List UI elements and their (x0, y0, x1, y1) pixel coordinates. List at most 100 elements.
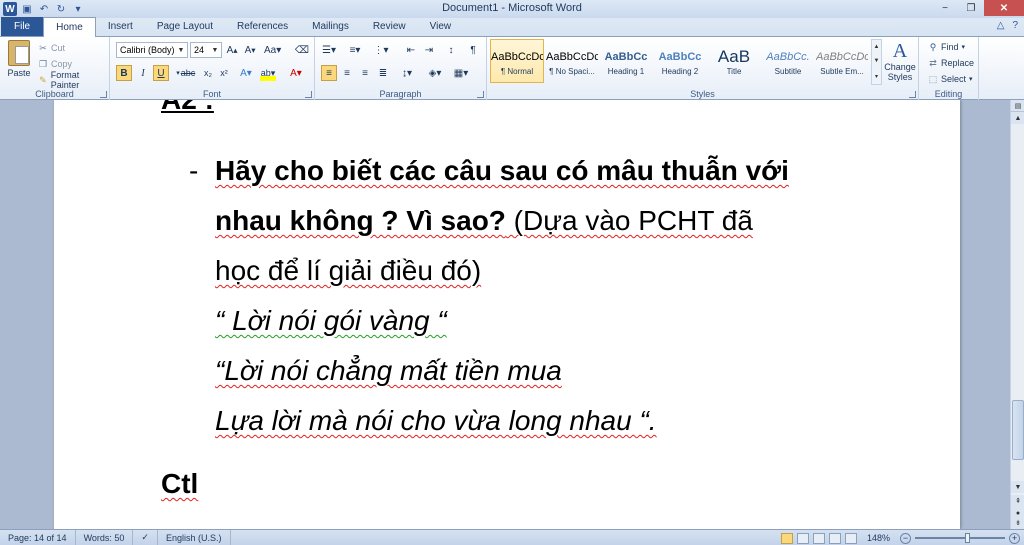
replace-label: Replace (941, 58, 975, 68)
text-line-4-text: “ Lời nói gói vàng “ (215, 305, 447, 336)
tab-references[interactable]: References (225, 17, 300, 36)
style-normal[interactable]: AaBbCcDc ¶ Normal (490, 39, 544, 83)
scissors-icon: ✂ (39, 42, 47, 53)
format-painter-button[interactable]: ✎ Format Painter (38, 70, 109, 90)
style-heading-2[interactable]: AaBbCc Heading 2 (654, 39, 706, 83)
scroll-up-icon[interactable]: ▲ (1011, 112, 1024, 124)
zoom-slider-thumb[interactable] (965, 533, 970, 543)
style-name: ¶ Normal (500, 66, 534, 76)
bold-button[interactable]: B (116, 65, 132, 81)
clear-formatting-icon[interactable]: ⌫ (294, 42, 310, 58)
strikethrough-button[interactable]: abc (180, 65, 196, 81)
style-sample: AaBbCcDc (816, 50, 868, 63)
print-layout-view-icon[interactable] (780, 532, 793, 544)
copy-label: Copy (51, 59, 73, 69)
minimize-button[interactable]: − (932, 0, 958, 16)
replace-button[interactable]: ⇄ Replace (928, 55, 974, 71)
next-page-icon[interactable]: ⇟ (1011, 517, 1024, 529)
zoom-in-icon[interactable]: + (1009, 532, 1020, 544)
ribbon-tabs: File Home Insert Page Layout References … (0, 17, 1024, 37)
line-spacing-icon[interactable]: ↨▾ (399, 65, 415, 81)
borders-icon[interactable]: ▦▾ (453, 65, 469, 81)
brush-icon: ✎ (39, 74, 47, 85)
full-screen-view-icon[interactable] (796, 532, 809, 544)
undo-icon[interactable]: ↶ (37, 2, 51, 16)
web-layout-view-icon[interactable] (812, 532, 825, 544)
chevron-down-icon[interactable]: ▼ (874, 58, 880, 64)
restore-button[interactable]: ❐ (958, 0, 984, 16)
change-case-icon[interactable]: Aa▾ (264, 42, 281, 58)
change-styles-button[interactable]: A Change Styles (884, 40, 916, 82)
decrease-indent-icon[interactable]: ⇤ (403, 42, 419, 58)
italic-button[interactable]: I (135, 65, 151, 81)
align-left-icon[interactable]: ≡ (321, 65, 337, 81)
styles-launcher-icon[interactable] (909, 91, 916, 98)
justify-icon[interactable]: ≣ (375, 65, 391, 81)
clipboard-launcher-icon[interactable] (100, 91, 107, 98)
tab-review[interactable]: Review (361, 17, 418, 36)
style-subtitle[interactable]: AaBbCc. Subtitle (762, 39, 814, 83)
scroll-down-icon[interactable]: ▼ (1011, 481, 1024, 493)
find-button[interactable]: ⚲ Find ▾ (928, 39, 965, 55)
font-name-combo[interactable]: Calibri (Body) ▼ (116, 42, 188, 58)
word-logo-icon[interactable]: W (3, 2, 17, 16)
proofing-icon[interactable]: ✓ (133, 529, 158, 545)
superscript-button[interactable]: x² (216, 65, 232, 81)
increase-indent-icon[interactable]: ⇥ (421, 42, 437, 58)
paste-button[interactable]: Paste (6, 40, 32, 78)
outline-view-icon[interactable] (828, 532, 841, 544)
vertical-scrollbar[interactable]: ▤ ▲ ▼ ⇞ ● ⇟ (1010, 100, 1024, 529)
subscript-button[interactable]: x₂ (200, 65, 216, 81)
draft-view-icon[interactable] (844, 532, 857, 544)
text-line-5: “Lời nói chẳng mất tiền mua (215, 355, 562, 387)
shrink-font-icon[interactable]: A ▾ (242, 42, 258, 58)
zoom-level[interactable]: 148% (867, 533, 890, 543)
numbering-icon[interactable]: ≡▾ (347, 42, 363, 58)
language-indicator[interactable]: English (U.S.) (158, 529, 231, 545)
select-button[interactable]: ⬚ Select ▾ (928, 71, 973, 87)
grow-font-icon[interactable]: A ▴ (224, 42, 240, 58)
font-color-icon[interactable]: A▾ (288, 65, 304, 81)
style-heading-1[interactable]: AaBbCc Heading 1 (600, 39, 652, 83)
cut-button[interactable]: ✂ Cut (38, 40, 109, 56)
zoom-out-icon[interactable]: − (900, 532, 911, 544)
tab-page-layout[interactable]: Page Layout (145, 17, 225, 36)
tab-insert[interactable]: Insert (96, 17, 145, 36)
highlight-icon[interactable]: ab▾ (260, 65, 276, 81)
align-center-icon[interactable]: ≡ (339, 65, 355, 81)
more-styles-icon[interactable]: ▾ (875, 73, 878, 80)
underline-button[interactable]: U (153, 65, 169, 81)
page-count[interactable]: Page: 14 of 14 (0, 529, 76, 545)
previous-page-icon[interactable]: ⇞ (1011, 495, 1024, 507)
word-count[interactable]: Words: 50 (76, 529, 134, 545)
style-no-spacing[interactable]: AaBbCcDc ¶ No Spaci... (546, 39, 598, 83)
customize-qat-icon[interactable]: ▾ (71, 2, 85, 16)
minimize-ribbon-icon[interactable]: △ (997, 20, 1005, 31)
help-icon[interactable]: ? (1012, 20, 1018, 31)
sort-icon[interactable]: ↕ (443, 42, 459, 58)
tab-mailings[interactable]: Mailings (300, 17, 361, 36)
bullets-icon[interactable]: ☰▾ (321, 42, 337, 58)
tab-home[interactable]: Home (43, 17, 96, 37)
tab-view[interactable]: View (418, 17, 464, 36)
style-subtle-emphasis[interactable]: AaBbCcDc Subtle Em... (816, 39, 868, 83)
align-right-icon[interactable]: ≡ (357, 65, 373, 81)
paragraph-launcher-icon[interactable] (477, 91, 484, 98)
shading-icon[interactable]: ◈▾ (427, 65, 443, 81)
save-icon[interactable]: ▣ (20, 2, 34, 16)
font-size-combo[interactable]: 24 ▼ (190, 42, 222, 58)
view-ruler-icon[interactable]: ▤ (1011, 100, 1024, 112)
style-title[interactable]: AaB Title (708, 39, 760, 83)
zoom-slider[interactable] (915, 533, 1005, 543)
tab-file[interactable]: File (1, 17, 44, 36)
scrollbar-thumb[interactable] (1012, 400, 1024, 460)
styles-gallery-scroll[interactable]: ▲ ▼ ▾ (871, 39, 882, 85)
redo-icon[interactable]: ↻ (54, 2, 68, 16)
multilevel-list-icon[interactable]: ⋮▾ (373, 42, 389, 58)
font-launcher-icon[interactable] (305, 91, 312, 98)
document-page[interactable]: A2 : - Hãy cho biết các câu sau có mâu t… (54, 100, 960, 529)
show-formatting-icon[interactable]: ¶ (465, 42, 481, 58)
chevron-up-icon[interactable]: ▲ (874, 44, 880, 50)
close-button[interactable]: ✕ (984, 0, 1024, 16)
text-effects-icon[interactable]: A▾ (238, 65, 254, 81)
